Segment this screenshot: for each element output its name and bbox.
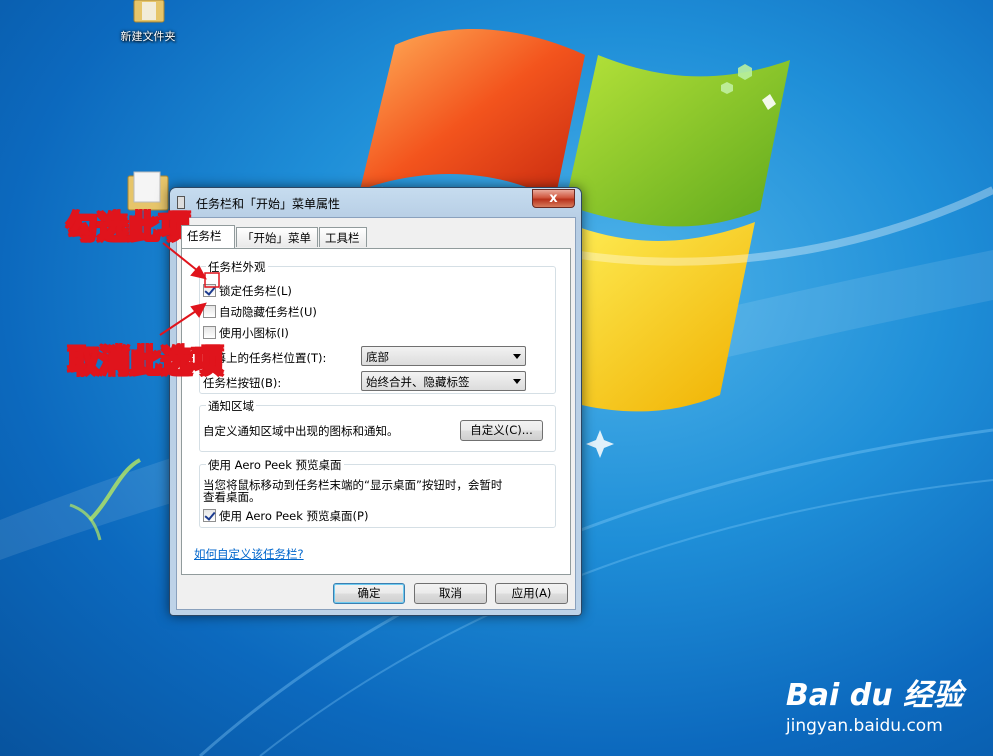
arrow-to-lock-taskbar [162, 242, 207, 280]
watermark-logo: Bai du 经验 [785, 678, 963, 713]
watermark-url: jingyan.baidu.com [785, 716, 943, 736]
tab-taskbar[interactable]: 任务栏 [181, 225, 235, 248]
highlight-lock-checkbox [204, 272, 220, 288]
baidu-jingyan-watermark: Bai du 经验 jingyan.baidu.com [786, 670, 963, 736]
annotation-arrows [159, 242, 220, 336]
arrow-to-auto-hide [159, 302, 207, 336]
